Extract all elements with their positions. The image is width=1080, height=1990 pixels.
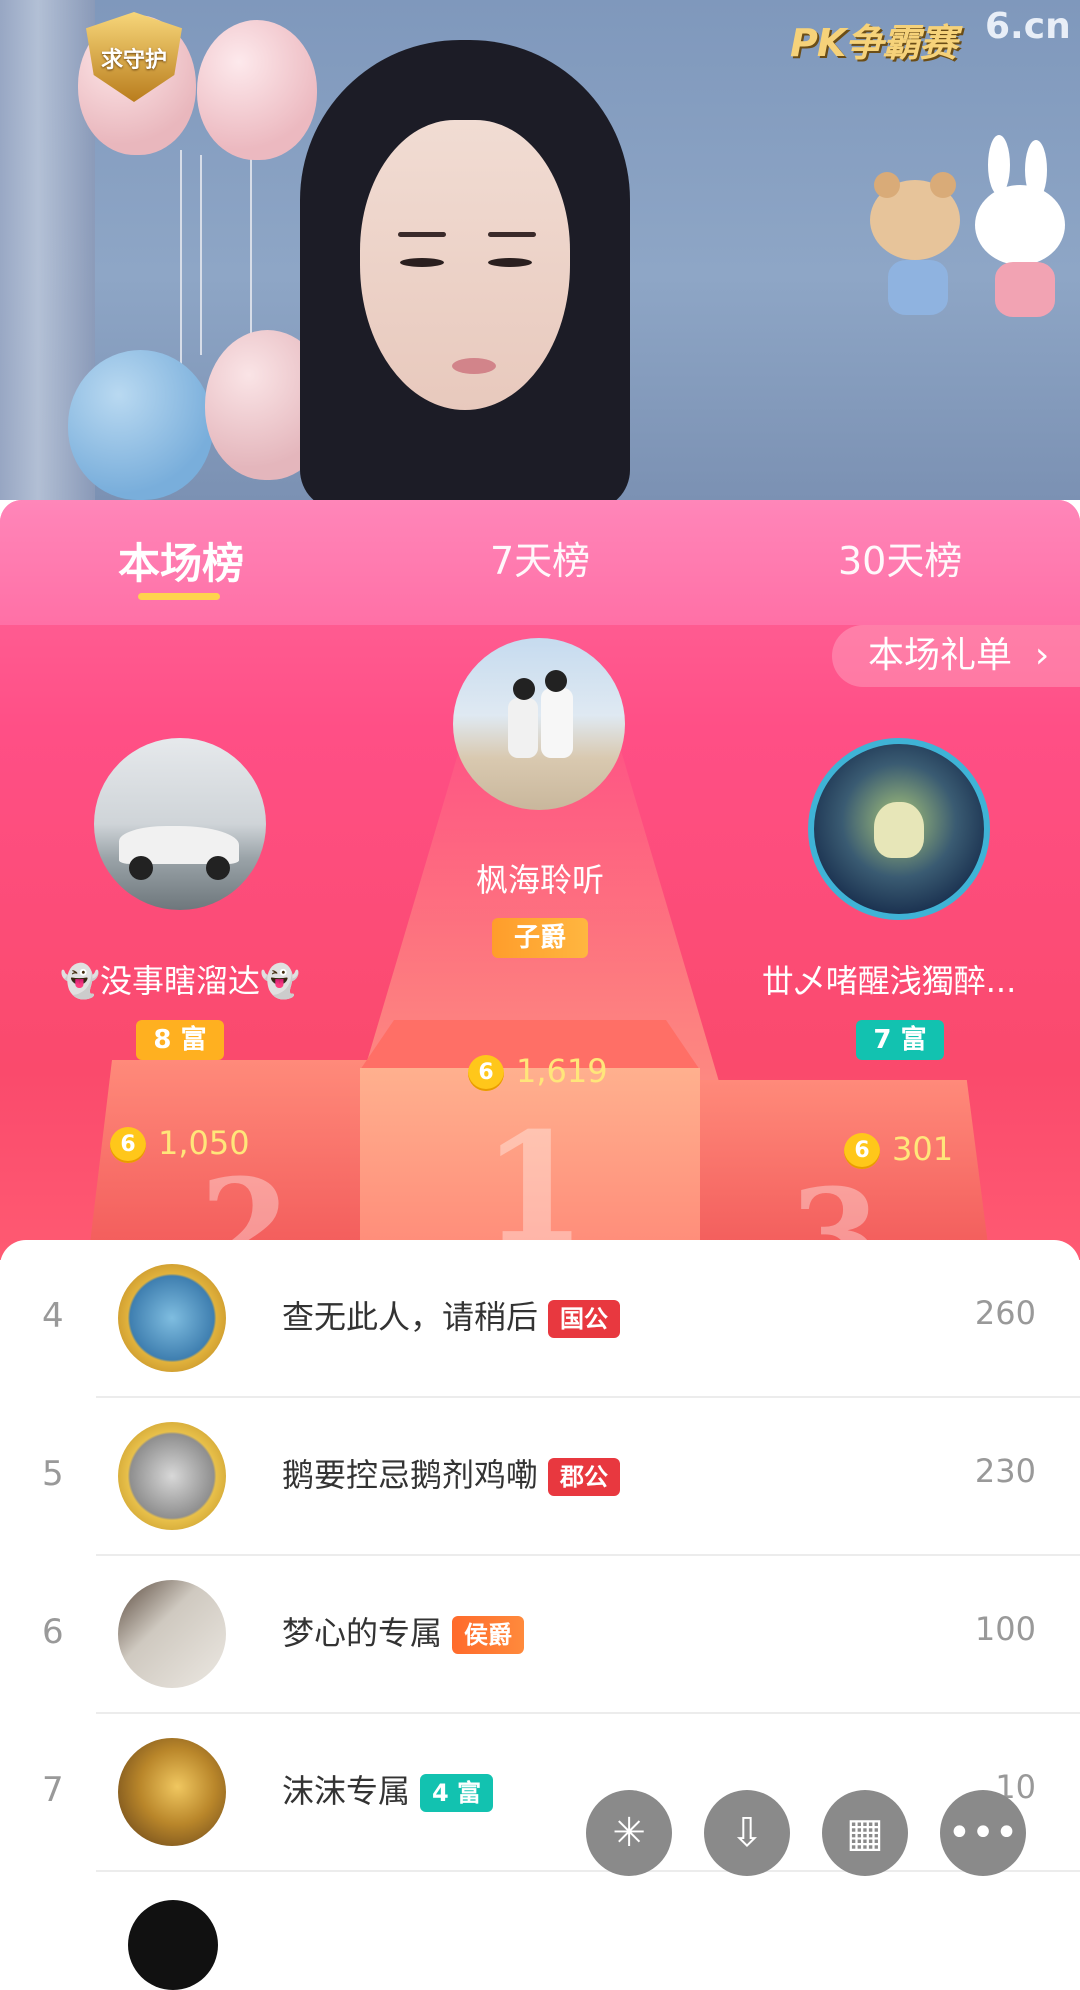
noble-tag: 郡公 [548, 1458, 621, 1496]
noble-tag: 国公 [548, 1300, 621, 1338]
balloon-string [250, 158, 252, 348]
coin-icon: 6 [110, 1127, 146, 1163]
gift-list-label: 本场礼单 [868, 635, 1013, 676]
contribution-value: 230 [974, 1452, 1036, 1490]
grid-icon: ▦ [846, 1810, 884, 1856]
rank-list: 4 查无此人，请稍后 国公 260 5 鹅要控忌鹅剂鸡嘞 郡公 230 6 梦心的专… [0, 1240, 1080, 1990]
pinwheel-button[interactable]: ✳ [586, 1790, 672, 1876]
coin-icon: 6 [468, 1055, 504, 1091]
top1-name: 枫海聆听 [475, 861, 604, 899]
user-name: 查无此人，请稍后 国公 [282, 1292, 621, 1338]
user-name: 鹅要控忌鹅剂鸡嘞 郡公 [282, 1450, 621, 1496]
user-avatar[interactable] [128, 1900, 218, 1990]
noble-tag: 侯爵 [452, 1616, 525, 1654]
pk-logo: PK争霸赛 [790, 21, 957, 65]
top1-avatar[interactable] [453, 638, 625, 810]
grid-button[interactable]: ▦ [822, 1790, 908, 1876]
more-icon: ••• [947, 1810, 1019, 1856]
more-button[interactable]: ••• [940, 1790, 1026, 1876]
list-item[interactable]: 4 查无此人，请稍后 国公 260 [0, 1240, 1080, 1398]
top3-wealth-tag: 7 富 [856, 1020, 944, 1060]
contribution-value: 100 [974, 1610, 1036, 1648]
podium-rank-1: 1 [482, 1100, 587, 1260]
rank-number: 6 [42, 1612, 64, 1652]
download-icon: ⇩ [730, 1810, 764, 1856]
balloon-string [180, 150, 182, 370]
user-name: 沫沫专属 4 富 [282, 1766, 494, 1812]
tab-7-days[interactable]: 7天榜 [490, 530, 590, 585]
user-avatar[interactable] [118, 1264, 226, 1372]
active-tab-indicator [138, 593, 220, 600]
pinwheel-icon: ✳ [612, 1810, 646, 1856]
user-name-text: 查无此人，请稍后 [282, 1298, 539, 1336]
balloon-string [200, 155, 202, 355]
live-video[interactable]: 求守护 PK争霸赛 6.cn [0, 0, 1080, 500]
tab-30-days[interactable]: 30天榜 [838, 530, 962, 585]
download-button[interactable]: ⇩ [704, 1790, 790, 1876]
top2-avatar[interactable] [94, 738, 266, 910]
top3-name: 丗乄啫醒浅獨醉... [761, 962, 1017, 1000]
rank-number: 4 [42, 1296, 64, 1336]
wealth-tag: 4 富 [420, 1774, 494, 1812]
top3-avatar[interactable] [808, 738, 990, 920]
user-name-text: 梦心的专属 [282, 1614, 443, 1652]
chevron-right-icon: › [1023, 635, 1050, 676]
list-item[interactable]: 7 沫沫专属 4 富 10 [0, 1714, 1080, 1872]
top1-score-value: 1,619 [516, 1052, 608, 1090]
rank-number: 7 [42, 1770, 64, 1810]
top3-score: 6 301 [844, 1130, 953, 1169]
divider [96, 1870, 1080, 1872]
site-logo: 6.cn [985, 6, 1071, 47]
top3-score-value: 301 [892, 1130, 954, 1168]
bear-bunny-sticker [860, 135, 1080, 330]
leaderboard-panel: 本场榜 7天榜 30天榜 本场礼单 › 1 2 3 枫海聆听 子爵 6 1,619… [0, 500, 1080, 1260]
user-avatar[interactable] [118, 1580, 226, 1688]
rank-number: 5 [42, 1454, 64, 1494]
top1-score: 6 1,619 [468, 1052, 608, 1091]
user-avatar[interactable] [118, 1738, 226, 1846]
user-name: 梦心的专属 侯爵 [282, 1608, 525, 1654]
list-item[interactable]: 6 梦心的专属 侯爵 100 [0, 1556, 1080, 1714]
top2-score: 6 1,050 [110, 1124, 250, 1163]
top2-wealth-tag: 8 富 [136, 1020, 224, 1060]
tab-current[interactable]: 本场榜 [118, 530, 244, 591]
top1-noble-tag: 子爵 [492, 918, 588, 958]
streamer [280, 40, 730, 500]
gift-list-button[interactable]: 本场礼单 › [832, 625, 1080, 687]
contribution-value: 260 [974, 1294, 1036, 1332]
tab-bar: 本场榜 7天榜 30天榜 [0, 500, 1080, 625]
guard-badge-label: 求守护 [100, 48, 167, 73]
list-item[interactable]: 5 鹅要控忌鹅剂鸡嘞 郡公 230 [0, 1398, 1080, 1556]
top2-score-value: 1,050 [158, 1124, 250, 1162]
user-name-text: 鹅要控忌鹅剂鸡嘞 [282, 1456, 539, 1494]
user-avatar[interactable] [118, 1422, 226, 1530]
top2-name: 👻没事瞎溜达👻 [60, 962, 300, 1000]
user-name-text: 沫沫专属 [282, 1772, 411, 1810]
coin-icon: 6 [844, 1133, 880, 1169]
balloon [68, 350, 213, 500]
